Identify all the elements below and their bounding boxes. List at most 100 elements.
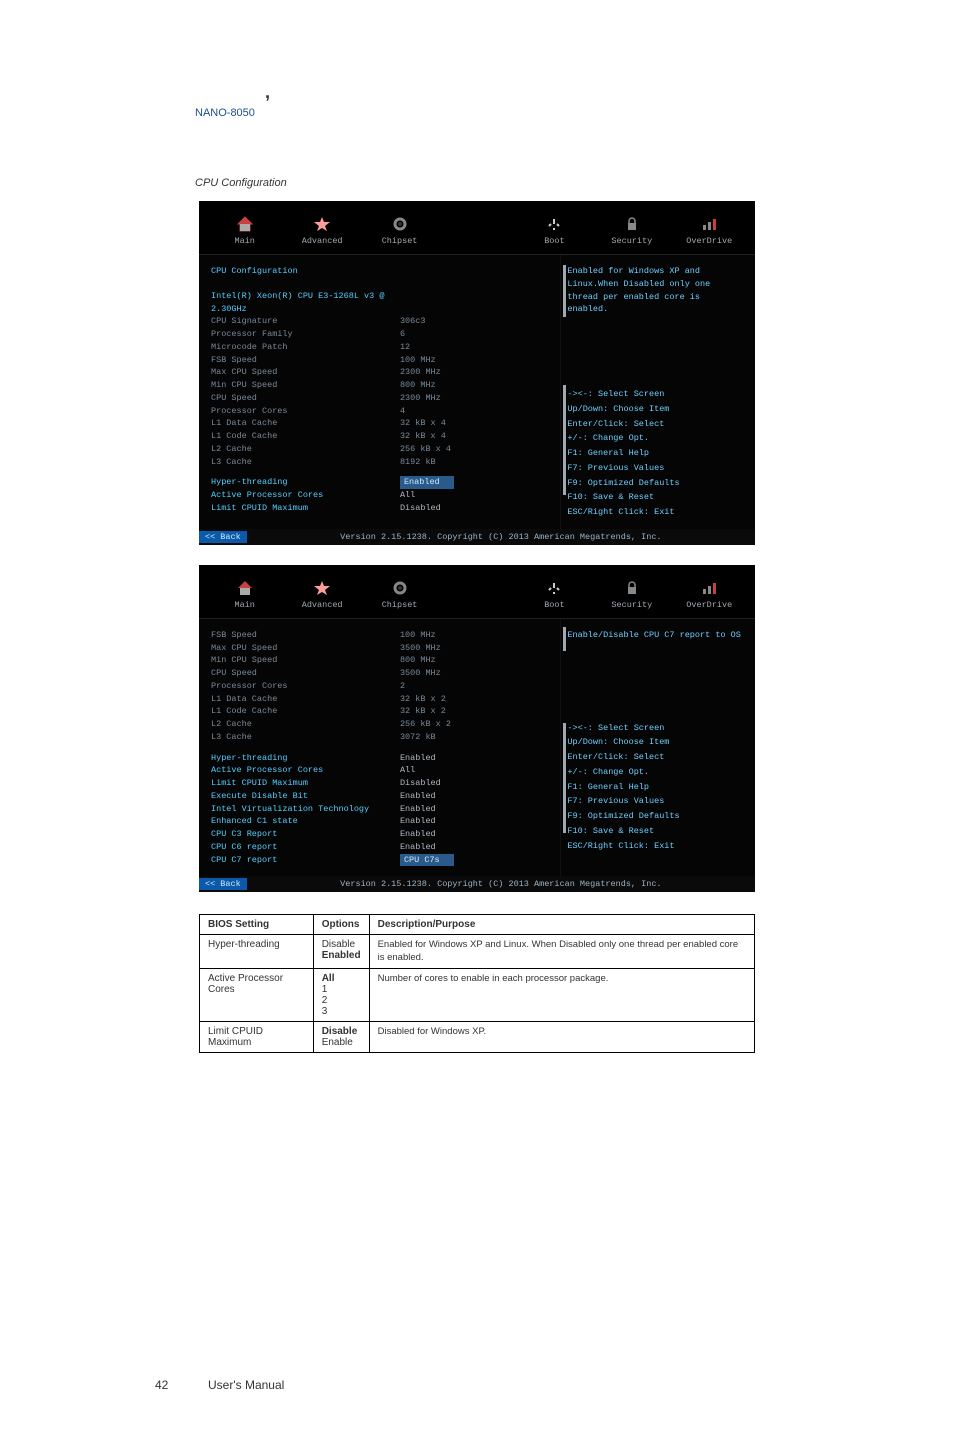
key-help: F10: Save & Reset [567,825,745,838]
opt-value[interactable]: Enabled [400,841,436,854]
tab-security[interactable]: Security [594,211,669,250]
tab-blank [439,575,514,614]
info-label: L1 Data Cache [211,693,400,706]
info-label: Min CPU Speed [211,654,400,667]
info-label: FSB Speed [211,629,400,642]
opt-value[interactable]: Enabled [400,815,436,828]
info-label: L1 Data Cache [211,417,400,430]
opt-value[interactable]: All [400,489,415,502]
opt-value[interactable]: Enabled [400,828,436,841]
bios-screenshot-2: Main Advanced Chipset Boot Security Ov [199,565,755,893]
info-value: 3500 MHz [400,667,441,680]
tab-label: Boot [544,600,564,610]
key-help: -><-: Select Screen [567,388,745,401]
key-help: ESC/Right Click: Exit [567,506,745,519]
opt-limit-cpuid[interactable]: Limit CPUID Maximum [211,502,400,515]
stray-comma: , [265,82,954,103]
info-value: 3500 MHz [400,642,441,655]
info-value: 32 kB x 4 [400,417,446,430]
gear-icon [390,579,410,597]
info-label: Max CPU Speed [211,366,400,379]
info-value: 3072 kB [400,731,436,744]
bars-icon [699,579,719,597]
td-desc: Disabled for Windows XP. [369,1021,754,1052]
page-number: 42 [155,1378,168,1392]
lock-icon [622,579,642,597]
key-help: F9: Optimized Defaults [567,810,745,823]
td-setting: Hyper-threading [200,935,314,969]
help-marker [563,627,566,651]
opt-value[interactable]: Enabled [400,752,436,765]
cpu-model: Intel(R) Xeon(R) CPU E3-1268L v3 @ 2.30G… [211,290,400,316]
info-value: 2 [400,680,405,693]
info-value: 256 kB x 4 [400,443,451,456]
tab-boot[interactable]: Boot [517,575,592,614]
help-text: Enabled for Windows XP and Linux.When Di… [567,265,745,316]
table-row: Hyper-threading DisableEnabled Enabled f… [200,935,755,969]
opt-hyper-threading[interactable]: Hyper-threading [211,476,400,489]
key-help: F7: Previous Values [567,795,745,808]
tab-chipset[interactable]: Chipset [362,211,437,250]
td-desc: Number of cores to enable in each proces… [369,968,754,1021]
opt-value[interactable]: All [400,764,415,777]
opt-active-cores[interactable]: Active Processor Cores [211,764,400,777]
key-help: +/-: Change Opt. [567,432,745,445]
opt-c7[interactable]: CPU C7 report [211,854,400,867]
home-icon [235,215,255,233]
td-options: All123 [313,968,369,1021]
tab-label: Security [611,236,652,246]
opt-value[interactable]: CPU C7s [400,854,454,867]
info-value: 100 MHz [400,629,436,642]
opt-execute-disable[interactable]: Execute Disable Bit [211,790,400,803]
tab-advanced[interactable]: Advanced [284,575,359,614]
opt-c6[interactable]: CPU C6 report [211,841,400,854]
opt-value[interactable]: Enabled [400,803,436,816]
lock-icon [622,215,642,233]
th-desc: Description/Purpose [369,915,754,935]
opt-hyper-threading[interactable]: Hyper-threading [211,752,400,765]
info-value: 800 MHz [400,654,436,667]
opt-limit-cpuid[interactable]: Limit CPUID Maximum [211,777,400,790]
info-label: Processor Cores [211,405,400,418]
info-value: 306c3 [400,315,426,328]
options-table: BIOS Setting Options Description/Purpose… [199,914,755,1053]
opt-value[interactable]: Enabled [400,476,454,489]
tab-overdrive[interactable]: OverDrive [672,211,747,250]
tab-blank [439,211,514,250]
tab-main[interactable]: Main [207,575,282,614]
help-marker [563,265,566,317]
key-help: F9: Optimized Defaults [567,477,745,490]
opt-value[interactable]: Disabled [400,777,441,790]
opt-active-cores[interactable]: Active Processor Cores [211,489,400,502]
opt-c1e[interactable]: Enhanced C1 state [211,815,400,828]
tab-advanced[interactable]: Advanced [284,211,359,250]
info-value: 6 [400,328,405,341]
tab-boot[interactable]: Boot [517,211,592,250]
opt-c3[interactable]: CPU C3 Report [211,828,400,841]
table-row: Active Processor Cores All123 Number of … [200,968,755,1021]
info-value: 8192 kB [400,456,436,469]
info-value: 32 kB x 4 [400,430,446,443]
back-button[interactable]: << Back [199,878,247,890]
info-value: 4 [400,405,405,418]
tab-security[interactable]: Security [594,575,669,614]
opt-value[interactable]: Disabled [400,502,441,515]
tab-overdrive[interactable]: OverDrive [672,575,747,614]
help-marker [563,723,566,833]
boot-icon [544,215,564,233]
info-label: CPU Speed [211,392,400,405]
info-label: Min CPU Speed [211,379,400,392]
key-help: F10: Save & Reset [567,491,745,504]
info-value: 256 kB x 2 [400,718,451,731]
opt-vt[interactable]: Intel Virtualization Technology [211,803,400,816]
tab-main[interactable]: Main [207,211,282,250]
info-label: L2 Cache [211,443,400,456]
opt-value[interactable]: Enabled [400,790,436,803]
tab-chipset[interactable]: Chipset [362,575,437,614]
tab-bar: Main Advanced Chipset Boot Security Ov [199,565,755,619]
tab-label: OverDrive [686,600,732,610]
info-label: L1 Code Cache [211,705,400,718]
tab-label: Boot [544,236,564,246]
back-button[interactable]: << Back [199,531,247,543]
info-label: CPU Speed [211,667,400,680]
